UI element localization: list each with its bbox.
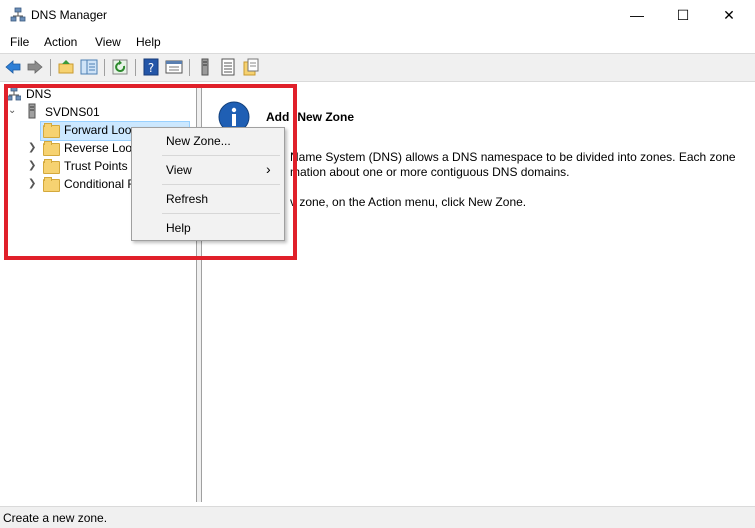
server-icon[interactable] (196, 58, 214, 76)
toolbar-separator (135, 59, 136, 76)
toolbar-separator (189, 59, 190, 76)
title-bar: DNS Manager — ☐ ✕ (0, 0, 755, 31)
dns-manager-app-icon (10, 7, 26, 23)
menu-help[interactable]: Help (136, 35, 161, 49)
details-line-3: v zone, on the Action menu, click New Zo… (290, 195, 527, 209)
menu-file[interactable]: File (10, 35, 29, 49)
up-folder-icon[interactable] (57, 58, 75, 76)
list-icon[interactable] (219, 58, 237, 76)
menu-view[interactable]: View (95, 35, 121, 49)
properties-icon[interactable] (165, 58, 183, 76)
close-button[interactable]: ✕ (706, 0, 752, 31)
window-title: DNS Manager (31, 8, 108, 22)
toolbar-separator (104, 59, 105, 76)
details-heading-rest: New Zone (297, 110, 354, 124)
maximize-button[interactable]: ☐ (660, 0, 706, 31)
help-icon[interactable]: ? (142, 58, 160, 76)
red-highlight-box (4, 84, 297, 260)
status-text: Create a new zone. (3, 511, 108, 525)
details-line-1: Name System (DNS) allows a DNS namespace… (290, 150, 736, 164)
menu-bar: File Action View Help (0, 31, 755, 53)
back-arrow-icon[interactable] (4, 58, 22, 76)
minimize-button[interactable]: — (614, 0, 660, 31)
menu-action[interactable]: Action (44, 35, 77, 49)
forward-arrow-icon[interactable] (26, 58, 44, 76)
details-line-2: mation about one or more contiguous DNS … (290, 165, 570, 179)
show-hide-tree-icon[interactable] (80, 58, 98, 76)
status-bar: Create a new zone. (0, 506, 755, 528)
svg-text:?: ? (148, 61, 154, 75)
refresh-icon[interactable] (111, 58, 129, 76)
toolbar-separator (50, 59, 51, 76)
toolbar: ? (0, 53, 755, 82)
export-icon[interactable] (242, 58, 260, 76)
